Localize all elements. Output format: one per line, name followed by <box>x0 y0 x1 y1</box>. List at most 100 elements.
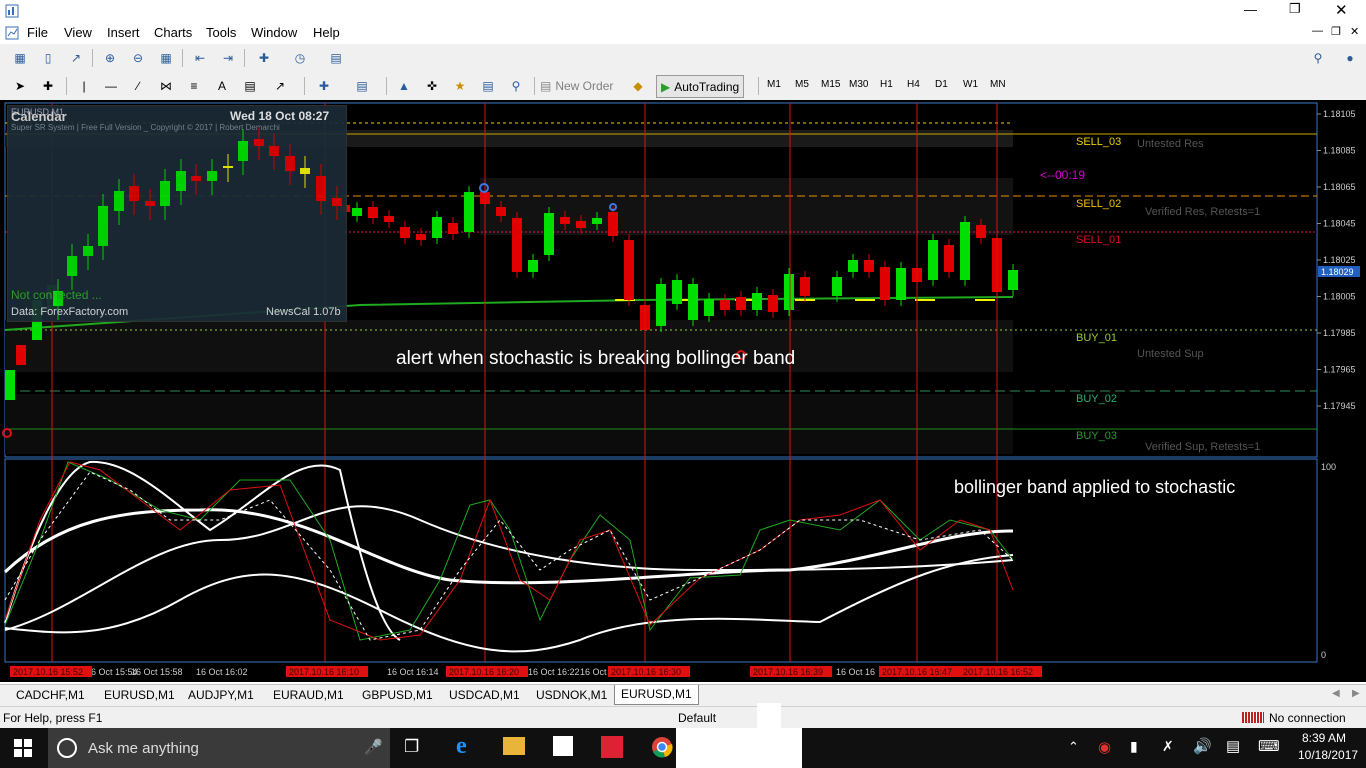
untested-res-label: Untested Res <box>1137 138 1204 150</box>
clock-time[interactable]: 8:39 AM <box>1302 731 1346 745</box>
notifications-icon[interactable]: ▤ <box>1226 737 1240 755</box>
store-icon[interactable] <box>553 736 573 756</box>
windows-start-icon[interactable] <box>14 739 32 757</box>
autotrading-button[interactable]: ▶ AutoTrading <box>656 75 745 98</box>
tf-mn[interactable]: MN <box>990 79 1006 90</box>
menu-tools[interactable]: Tools <box>206 25 236 40</box>
tab-usdcad[interactable]: USDCAD,M1 <box>449 688 520 702</box>
child-minimize-button[interactable]: — <box>1312 25 1323 37</box>
tf-h4[interactable]: H4 <box>907 79 920 90</box>
task-view-icon[interactable]: ❐ <box>404 737 419 757</box>
chart-shift-icon[interactable]: ⇥ <box>218 48 238 68</box>
favorites-icon[interactable]: ★ <box>450 76 470 96</box>
volume-icon[interactable]: 🔊 <box>1193 737 1212 755</box>
tray-expand-icon[interactable]: ⌃ <box>1068 739 1079 755</box>
search-box[interactable]: Ask me anything 🎤 <box>48 728 390 768</box>
search-placeholder: Ask me anything <box>88 740 199 757</box>
tab-cadchf[interactable]: CADCHF,M1 <box>16 688 85 702</box>
candle <box>528 260 538 272</box>
menu-window[interactable]: Window <box>251 25 297 40</box>
restore-button[interactable]: ❐ <box>1289 1 1301 17</box>
cursor-icon[interactable]: ➤ <box>10 76 30 96</box>
periods-icon[interactable]: ◷ <box>290 48 310 68</box>
tab-gbpusd[interactable]: GBPUSD,M1 <box>362 688 433 702</box>
vertical-line-icon[interactable]: | <box>74 76 94 96</box>
market-watch-icon[interactable]: ▲ <box>394 76 414 96</box>
tf-m5[interactable]: M5 <box>795 79 809 90</box>
horizontal-line-icon[interactable]: — <box>101 76 121 96</box>
tab-scroll-left-icon[interactable]: ◀ <box>1332 688 1340 699</box>
tab-eurusd-1[interactable]: EURUSD,M1 <box>104 688 175 702</box>
child-close-button[interactable]: ✕ <box>1350 25 1359 38</box>
fibonacci-icon[interactable]: ≡ <box>184 76 204 96</box>
menu-view[interactable]: View <box>64 25 92 40</box>
verified-res-label: Verified Res, Retests=1 <box>1145 206 1260 218</box>
tray-app-icon[interactable]: ◉ <box>1098 738 1111 756</box>
tab-scroll-right-icon[interactable]: ▶ <box>1352 688 1360 699</box>
status-profile[interactable]: Default <box>678 711 716 725</box>
tab-audjpy[interactable]: AUDJPY,M1 <box>188 688 254 702</box>
clock-date[interactable]: 10/18/2017 <box>1298 748 1358 762</box>
tf-d1[interactable]: D1 <box>935 79 948 90</box>
microphone-icon[interactable]: 🎤 <box>364 738 383 756</box>
new-order-button[interactable]: ▤ New Order <box>540 76 613 96</box>
strategy-tester-icon[interactable]: ⚲ <box>506 76 526 96</box>
active-window-tile[interactable] <box>676 728 802 768</box>
crosshair-icon[interactable]: ✚ <box>38 76 58 96</box>
templates-icon[interactable]: ▤ <box>326 48 346 68</box>
tf-m30[interactable]: M30 <box>849 79 868 90</box>
tf-m15[interactable]: M15 <box>821 79 840 90</box>
terminal-icon[interactable]: ▤ <box>478 76 498 96</box>
menu-file[interactable]: File <box>27 25 48 40</box>
chart-window[interactable]: 1.18105 1.18085 1.18065 1.18045 1.18025 1.180… <box>0 100 1366 682</box>
time-marker-label: 2017.10.16 15:52 <box>13 667 83 677</box>
metaeditor-icon[interactable]: ◆ <box>628 76 648 96</box>
candle <box>864 260 874 272</box>
search-icon[interactable]: ⚲ <box>1308 48 1328 68</box>
menu-charts[interactable]: Charts <box>154 25 192 40</box>
auto-scroll-icon[interactable]: ⇤ <box>190 48 210 68</box>
network-icon[interactable]: ✗ <box>1162 738 1174 755</box>
zoom-in-icon[interactable]: ⊕ <box>100 48 120 68</box>
calendar-panel[interactable]: EURUSD,M1 Calendar Wed 18 Oct 08:27 Supe… <box>7 105 347 322</box>
app-red-icon[interactable] <box>601 736 623 758</box>
tf-h1[interactable]: H1 <box>880 79 893 90</box>
trendline-icon[interactable]: ∕ <box>128 76 148 96</box>
zoom-out-icon[interactable]: ⊖ <box>128 48 148 68</box>
profiles-icon[interactable]: ▤ <box>352 76 372 96</box>
chrome-icon[interactable] <box>651 736 673 758</box>
title-bar: — ❐ ✕ <box>0 0 1366 22</box>
arrows-icon[interactable]: ↗ <box>270 76 290 96</box>
time-marker-label: 2017.10.16 16:39 <box>753 667 823 677</box>
new-chart-icon[interactable]: ✚ <box>314 76 334 96</box>
child-restore-button[interactable]: ❐ <box>1331 25 1341 38</box>
candle <box>624 240 634 300</box>
indicators-icon[interactable]: ✚ <box>254 48 274 68</box>
edge-icon[interactable]: e <box>456 733 467 760</box>
sell-02-zone <box>480 178 1013 235</box>
tf-m1[interactable]: M1 <box>767 79 781 90</box>
line-chart-icon[interactable]: ↗ <box>66 48 86 68</box>
text-label-icon[interactable]: ▤ <box>240 76 260 96</box>
menu-insert[interactable]: Insert <box>107 25 140 40</box>
bar-chart-icon[interactable]: ▦ <box>10 48 30 68</box>
candlestick-icon[interactable]: ▯ <box>38 48 58 68</box>
keyboard-icon[interactable]: ⌨ <box>1258 737 1280 755</box>
file-explorer-icon[interactable] <box>503 737 525 755</box>
chart-tabs: CADCHF,M1 EURUSD,M1 AUDJPY,M1 EURAUD,M1 … <box>0 684 1366 707</box>
standard-toolbar: ▦ ▯ ↗ ⊕ ⊖ ▦ ⇤ ⇥ ✚ ◷ ▤ ⚲ ● <box>0 44 1366 73</box>
menu-help[interactable]: Help <box>313 25 340 40</box>
chat-icon[interactable]: ● <box>1340 48 1360 68</box>
tab-eurusd-active[interactable]: EURUSD,M1 <box>614 685 699 705</box>
tf-w1[interactable]: W1 <box>963 79 978 90</box>
close-button[interactable]: ✕ <box>1335 1 1348 19</box>
battery-icon[interactable]: ▮ <box>1130 738 1138 755</box>
text-icon[interactable]: A <box>212 76 232 96</box>
calendar-candle <box>114 191 124 211</box>
tab-usdnok[interactable]: USDNOK,M1 <box>536 688 607 702</box>
minimize-button[interactable]: — <box>1244 2 1257 17</box>
equidistant-channel-icon[interactable]: ⋈ <box>156 76 176 96</box>
navigator-icon[interactable]: ✜ <box>422 76 442 96</box>
tile-windows-icon[interactable]: ▦ <box>156 48 176 68</box>
tab-euraud[interactable]: EURAUD,M1 <box>273 688 344 702</box>
